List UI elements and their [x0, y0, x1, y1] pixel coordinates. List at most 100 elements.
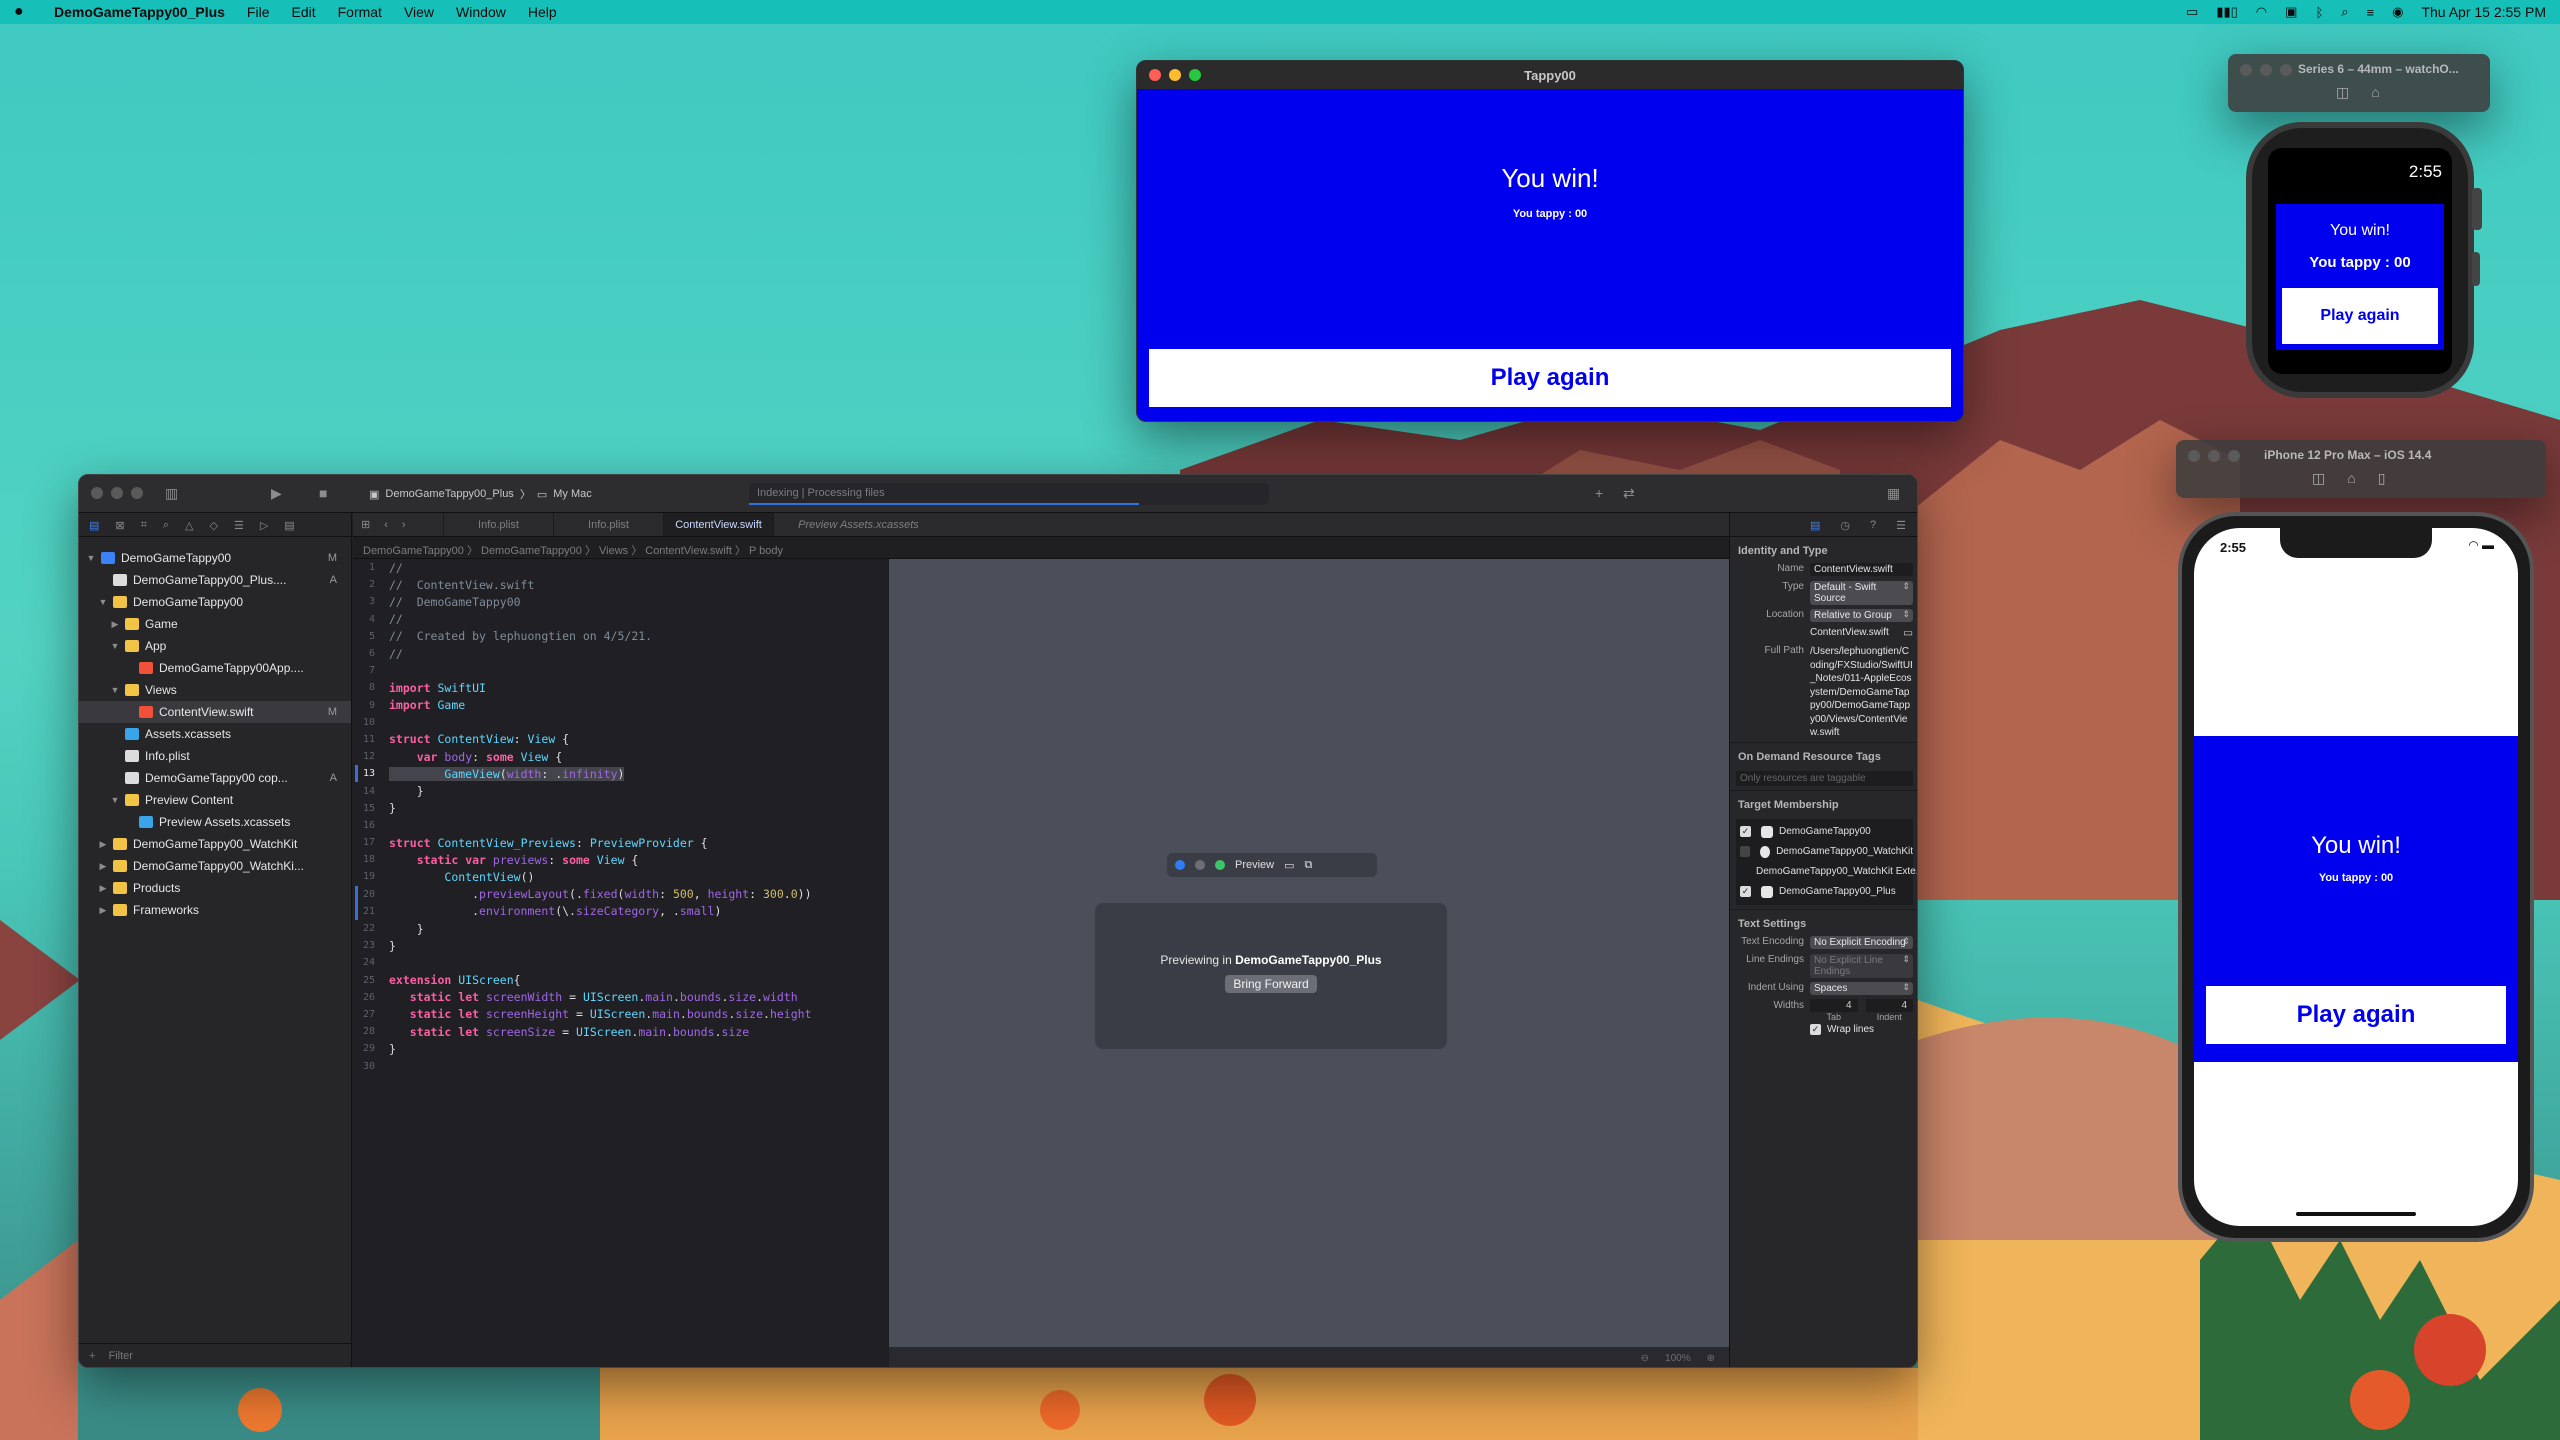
tab-width-stepper[interactable]: 4: [1810, 998, 1858, 1012]
code-line[interactable]: 15}: [353, 800, 887, 817]
close-button[interactable]: [2188, 450, 2200, 462]
code-line[interactable]: 24: [353, 954, 887, 971]
line-number[interactable]: 15: [353, 803, 389, 814]
chevron-right-icon[interactable]: ▶: [97, 839, 109, 850]
add-icon[interactable]: +: [89, 1350, 95, 1362]
tree-row[interactable]: ▶ Products: [79, 877, 351, 899]
code-line[interactable]: 1//: [353, 559, 887, 576]
indent-popup[interactable]: Spaces: [1810, 981, 1913, 995]
play-again-button[interactable]: Play again: [1149, 349, 1951, 407]
line-number[interactable]: 21: [353, 906, 389, 917]
file-inspector-icon[interactable]: ▤: [1810, 519, 1820, 536]
line-number[interactable]: 19: [353, 871, 389, 882]
live-preview-icon[interactable]: [1175, 860, 1185, 870]
apple-menu-icon[interactable]: ●: [14, 3, 32, 21]
code-review-icon[interactable]: ⇄: [1623, 485, 1635, 502]
menu-window[interactable]: Window: [456, 4, 506, 20]
wifi-icon[interactable]: ◠: [2256, 4, 2267, 20]
battery-icon[interactable]: ▮▮▯: [2216, 4, 2237, 20]
code-line[interactable]: 27 static let screenHeight = UIScreen.ma…: [353, 1006, 887, 1023]
code-line[interactable]: 23}: [353, 937, 887, 954]
chevron-left-icon[interactable]: ‹: [384, 519, 388, 531]
code-line[interactable]: 3// DemoGameTappy00: [353, 593, 887, 610]
tree-row-selected[interactable]: ContentView.swift M: [79, 701, 351, 723]
code-line[interactable]: 7: [353, 662, 887, 679]
line-number[interactable]: 20: [353, 889, 389, 900]
code-line[interactable]: 12 var body: some View {: [353, 748, 887, 765]
code-line[interactable]: 13 GameView(width: .infinity): [353, 765, 887, 783]
screenshot-icon[interactable]: ◫: [2336, 84, 2349, 101]
code-line[interactable]: 26 static let screenWidth = UIScreen.mai…: [353, 989, 887, 1006]
target-checkbox[interactable]: ✓: [1740, 886, 1751, 897]
tree-row[interactable]: DemoGameTappy00_Plus.... A: [79, 569, 351, 591]
play-again-button[interactable]: Play again: [2282, 288, 2438, 344]
line-number[interactable]: 9: [353, 700, 389, 711]
inspect-preview-icon[interactable]: [1195, 860, 1205, 870]
folder-icon[interactable]: ▭: [1903, 627, 1913, 639]
encoding-popup[interactable]: No Explicit Encoding: [1810, 935, 1913, 949]
chevron-down-icon[interactable]: ▼: [109, 795, 121, 805]
line-number[interactable]: 16: [353, 820, 389, 831]
tree-row[interactable]: Preview Assets.xcassets: [79, 811, 351, 833]
tab-info-plist[interactable]: Info.plist: [443, 513, 553, 536]
line-number[interactable]: 4: [353, 614, 389, 625]
tab-preview-assets[interactable]: Preview Assets.xcassets: [773, 513, 943, 536]
line-number[interactable]: 6: [353, 648, 389, 659]
menu-help[interactable]: Help: [528, 4, 557, 20]
target-row[interactable]: DemoGameTappy00_WatchKit Exte...: [1736, 862, 1917, 882]
odr-tags-field[interactable]: Only resources are taggable: [1736, 770, 1913, 786]
code-line[interactable]: 18 static var previews: some View {: [353, 851, 887, 868]
code-line[interactable]: 8 import SwiftUI: [353, 679, 887, 696]
tree-row[interactable]: DemoGameTappy00App....: [79, 657, 351, 679]
tree-row[interactable]: Assets.xcassets: [79, 723, 351, 745]
tree-row[interactable]: ▶ DemoGameTappy00_WatchKit: [79, 833, 351, 855]
target-checkbox[interactable]: [1740, 846, 1750, 857]
line-number[interactable]: 28: [353, 1026, 389, 1037]
code-line[interactable]: 17 struct ContentView_Previews: PreviewPr…: [353, 834, 887, 851]
close-button[interactable]: [91, 487, 103, 499]
attributes-icon[interactable]: ☰: [1896, 519, 1906, 536]
chevron-right-icon[interactable]: ▶: [97, 883, 109, 894]
control-center-icon[interactable]: ≡: [2367, 5, 2375, 20]
chevron-down-icon[interactable]: ▼: [109, 641, 121, 651]
filter-input[interactable]: Filter: [109, 1350, 133, 1362]
play-again-button[interactable]: Play again: [2206, 986, 2506, 1044]
code-line[interactable]: 14 }: [353, 782, 887, 799]
target-row[interactable]: DemoGameTappy00_WatchKit: [1736, 842, 1913, 862]
code-line[interactable]: 19 ContentView(): [353, 868, 887, 885]
code-line[interactable]: 28 static let screenSize = UIScreen.main…: [353, 1023, 887, 1040]
find-icon[interactable]: ⌕: [163, 519, 169, 531]
chevron-right-icon[interactable]: ›: [402, 519, 406, 531]
inspector-toggle-icon[interactable]: ▦: [1887, 485, 1900, 502]
chevron-right-icon[interactable]: ▶: [109, 619, 121, 630]
tappy-titlebar[interactable]: Tappy00: [1137, 61, 1963, 89]
code-line[interactable]: 22 }: [353, 920, 887, 937]
line-number[interactable]: 10: [353, 717, 389, 728]
target-row[interactable]: ✓ DemoGameTappy00_Plus: [1736, 882, 1913, 902]
indent-width-stepper[interactable]: 4: [1865, 998, 1913, 1012]
search-icon[interactable]: ⌕: [2341, 4, 2348, 20]
code-line[interactable]: 25 extension UIScreen{: [353, 972, 887, 989]
code-line[interactable]: 2// ContentView.swift: [353, 576, 887, 593]
airplay-icon[interactable]: ▭: [2186, 4, 2198, 20]
menu-view[interactable]: View: [404, 4, 434, 20]
digital-crown[interactable]: [2472, 188, 2482, 230]
line-number[interactable]: 25: [353, 975, 389, 986]
tree-row[interactable]: ▼ Views: [79, 679, 351, 701]
menu-clock[interactable]: Thu Apr 15 2:55 PM: [2421, 4, 2546, 20]
menu-edit[interactable]: Edit: [291, 4, 315, 20]
line-number[interactable]: 26: [353, 992, 389, 1003]
zoom-out-icon[interactable]: ⊖: [1641, 1353, 1649, 1364]
code-line[interactable]: 11 struct ContentView: View {: [353, 731, 887, 748]
line-number[interactable]: 14: [353, 786, 389, 797]
code-line[interactable]: 5// Created by lephuongtien on 4/5/21.: [353, 628, 887, 645]
code-line[interactable]: 4//: [353, 611, 887, 628]
line-number[interactable]: 8: [353, 682, 389, 693]
issue-icon[interactable]: △: [185, 519, 193, 532]
bring-forward-button[interactable]: Bring Forward: [1225, 975, 1317, 993]
code-line[interactable]: 6//: [353, 645, 887, 662]
menu-file[interactable]: File: [247, 4, 270, 20]
home-indicator[interactable]: [2296, 1212, 2416, 1216]
screenshot-icon[interactable]: ◫: [2312, 470, 2325, 487]
run-icon[interactable]: ▶: [271, 485, 282, 502]
